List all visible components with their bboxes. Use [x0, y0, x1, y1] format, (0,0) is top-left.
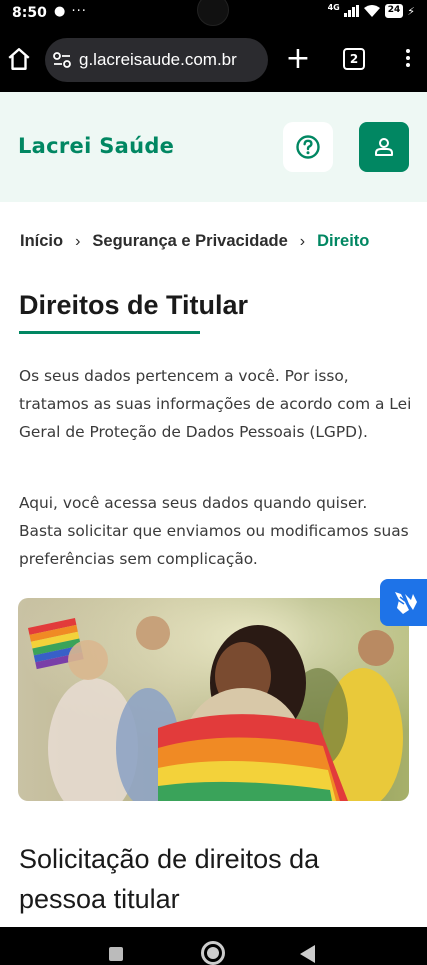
status-time: 8:50	[12, 5, 47, 21]
status-indicators: 4G 24 ⚡	[327, 2, 415, 18]
back-triangle-icon[interactable]	[300, 945, 315, 963]
tab-switcher-button[interactable]: 2	[343, 48, 365, 70]
home-icon[interactable]	[6, 46, 32, 72]
browser-toolbar: g.lacreisaude.com.br + 2	[0, 28, 427, 92]
help-circle-icon	[296, 135, 320, 159]
charging-icon: ⚡	[407, 4, 415, 18]
section-title: Solicitação de direitos da pessoa titula…	[19, 844, 320, 914]
chevron-right-icon: ›	[75, 232, 81, 250]
status-bar: 8:50 ● ··· 4G 24 ⚡	[0, 0, 427, 28]
user-icon	[375, 138, 393, 156]
user-account-button[interactable]	[359, 122, 409, 172]
wifi-icon	[363, 5, 380, 17]
more-options-icon[interactable]	[398, 46, 418, 74]
breadcrumb-security-link[interactable]: Segurança e Privacidade	[92, 232, 287, 251]
title-underline	[19, 331, 200, 334]
camera-cutout	[197, 0, 229, 26]
notification-icons: ● ···	[54, 4, 87, 19]
hero-image	[18, 598, 409, 801]
breadcrumb: Início › Segurança e Privacidade › Direi…	[20, 232, 369, 251]
access-paragraph: Aqui, você acessa seus dados quando quis…	[19, 494, 409, 568]
sign-language-hands-icon	[394, 591, 417, 614]
page: Lacrei Saúde Início › Segurança e Privac…	[0, 92, 427, 927]
site-logo[interactable]: Lacrei Saúde	[18, 134, 174, 158]
url-text[interactable]: g.lacreisaude.com.br	[79, 50, 237, 70]
breadcrumb-current: Direito	[317, 232, 370, 250]
signal-icon	[343, 5, 359, 17]
system-navigation-bar	[0, 927, 427, 965]
accessibility-button[interactable]	[380, 579, 427, 626]
pride-celebration-photo	[18, 598, 409, 801]
intro-paragraph: Os seus dados pertencem a você. Por isso…	[19, 367, 412, 441]
breadcrumb-home-link[interactable]: Início	[20, 232, 63, 251]
new-tab-icon[interactable]: +	[284, 44, 312, 74]
page-title: Direitos de Titular	[19, 290, 249, 320]
site-header: Lacrei Saúde	[0, 92, 427, 202]
address-bar[interactable]: g.lacreisaude.com.br	[45, 38, 268, 82]
help-button[interactable]	[283, 122, 333, 172]
chevron-right-icon: ›	[299, 232, 306, 250]
site-settings-icon[interactable]	[51, 49, 73, 71]
recent-apps-icon[interactable]	[109, 947, 123, 961]
battery-icon: 24	[384, 4, 404, 18]
home-circle-icon[interactable]	[201, 941, 225, 965]
network-type-label: 4G	[327, 2, 340, 12]
